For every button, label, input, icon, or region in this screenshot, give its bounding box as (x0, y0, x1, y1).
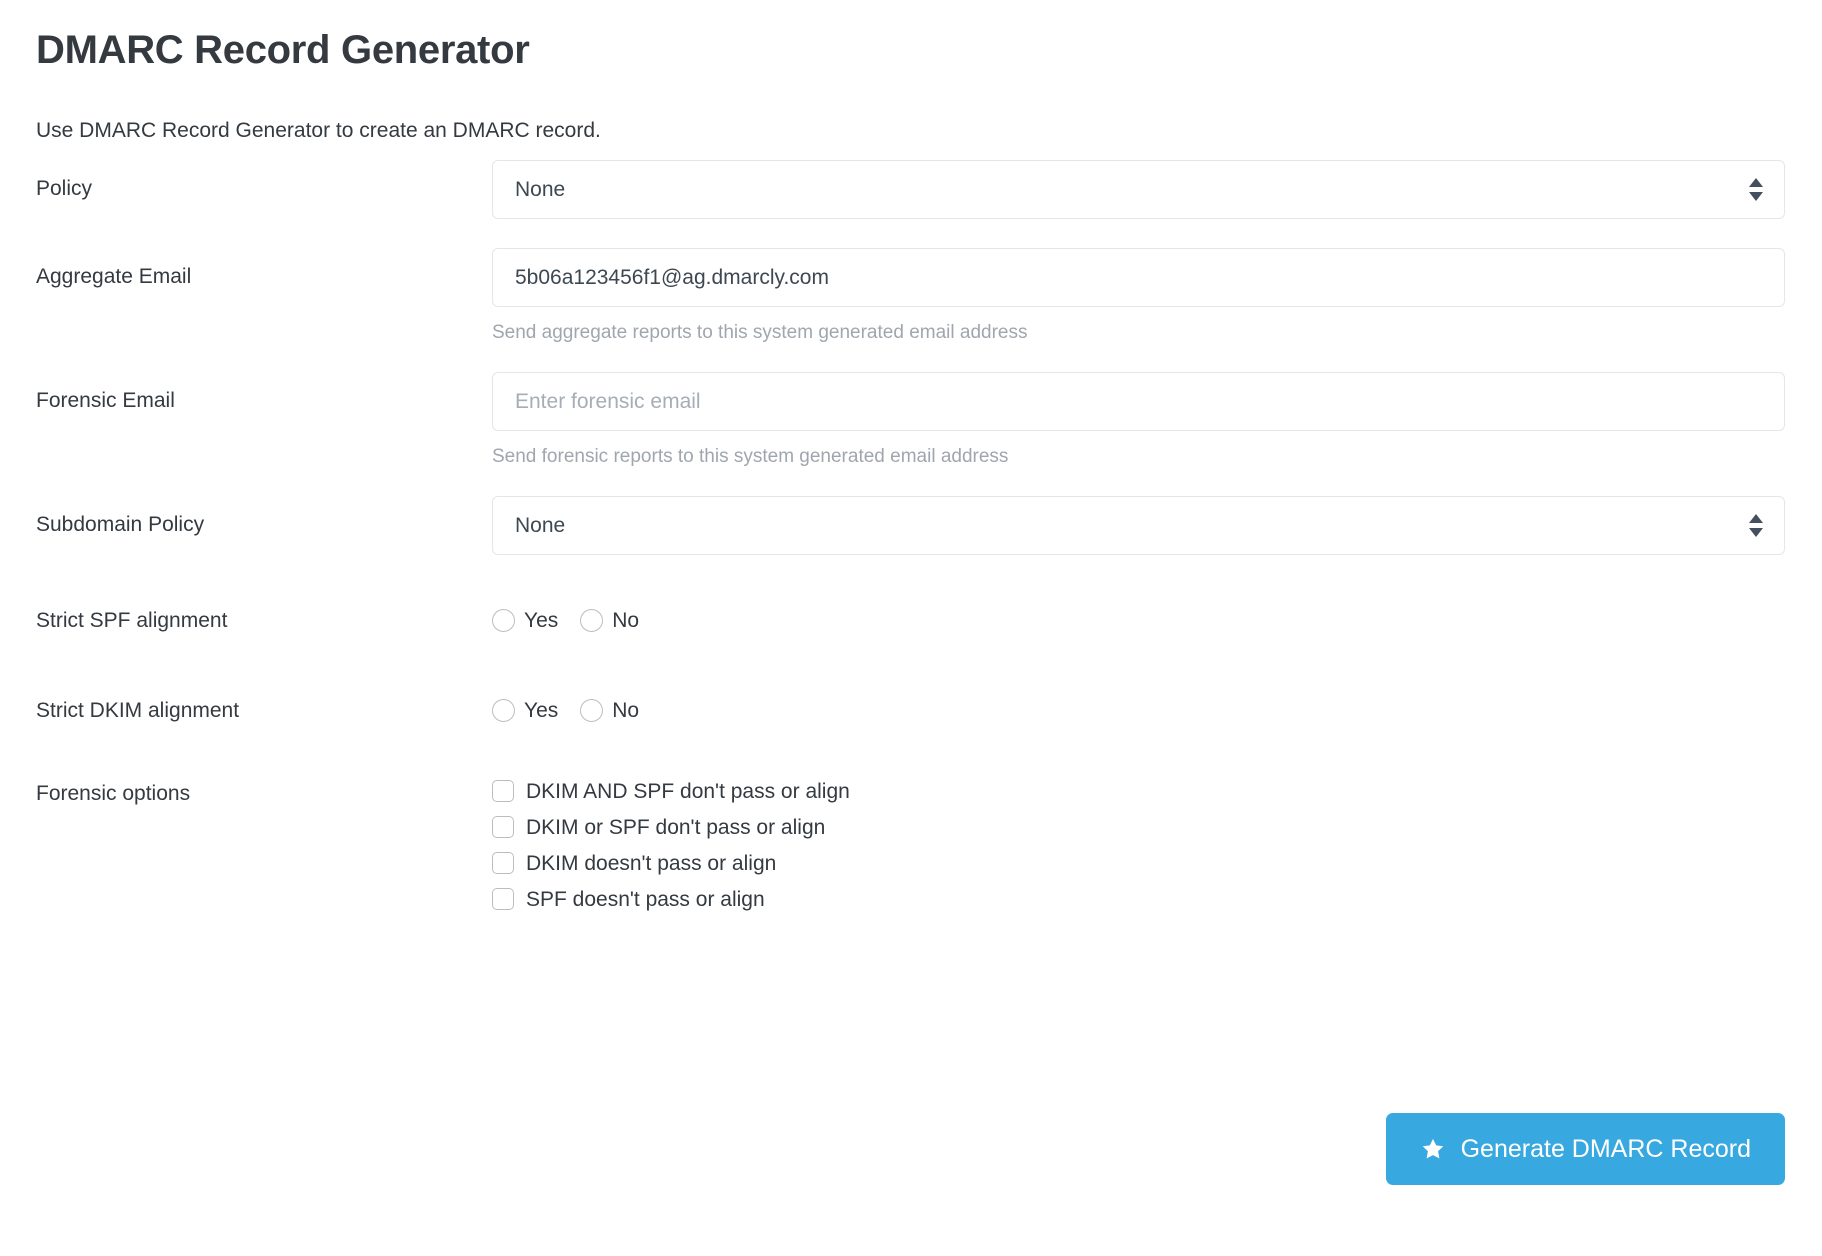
aggregate-email-help: Send aggregate reports to this system ge… (492, 321, 1785, 345)
forensic-option-label: DKIM AND SPF don't pass or align (526, 781, 850, 802)
checkbox-square-icon (492, 888, 514, 910)
strict-spf-radio-yes[interactable]: Yes (492, 609, 558, 632)
strict-spf-radio-group: Yes No (492, 600, 1785, 640)
forensic-options-checkbox-group: DKIM AND SPF don't pass or align DKIM or… (492, 780, 1785, 910)
form-row-forensic-options: Forensic options DKIM AND SPF don't pass… (0, 780, 1822, 910)
forensic-option-label: DKIM or SPF don't pass or align (526, 817, 825, 838)
generate-dmarc-record-label: Generate DMARC Record (1461, 1135, 1751, 1164)
strict-dkim-radio-group: Yes No (492, 690, 1785, 730)
forensic-email-field: Send forensic reports to this system gen… (492, 372, 1822, 469)
checkbox-square-icon (492, 816, 514, 838)
form-row-subdomain-policy: Subdomain Policy None (0, 496, 1822, 555)
strict-dkim-radio-yes[interactable]: Yes (492, 699, 558, 722)
forensic-email-label: Forensic Email (0, 372, 492, 411)
strict-dkim-label: Strict DKIM alignment (0, 690, 492, 721)
forensic-email-input[interactable] (492, 372, 1785, 431)
strict-spf-radio-no-label: No (612, 610, 639, 631)
forensic-option-dkim-or-spf[interactable]: DKIM or SPF don't pass or align (492, 816, 1785, 838)
subdomain-policy-select-wrap: None (492, 496, 1785, 555)
strict-dkim-radio-no-label: No (612, 700, 639, 721)
radio-circle-icon (580, 609, 603, 632)
form-row-policy: Policy None (0, 160, 1822, 219)
forensic-option-dkim[interactable]: DKIM doesn't pass or align (492, 852, 1785, 874)
generate-dmarc-record-button[interactable]: Generate DMARC Record (1386, 1113, 1785, 1185)
strict-spf-radio-no[interactable]: No (580, 609, 639, 632)
subdomain-policy-select[interactable]: None (492, 496, 1785, 555)
dmarc-record-generator-page: DMARC Record Generator Use DMARC Record … (0, 0, 1822, 1256)
radio-circle-icon (580, 699, 603, 722)
form-row-forensic-email: Forensic Email Send forensic reports to … (0, 372, 1822, 469)
star-icon (1420, 1136, 1446, 1162)
policy-select[interactable]: None (492, 160, 1785, 219)
radio-circle-icon (492, 699, 515, 722)
strict-dkim-field: Yes No (492, 690, 1822, 730)
checkbox-square-icon (492, 780, 514, 802)
strict-dkim-radio-yes-label: Yes (524, 700, 558, 721)
form-row-strict-dkim: Strict DKIM alignment Yes No (0, 690, 1822, 730)
policy-select-wrap: None (492, 160, 1785, 219)
forensic-options-label: Forensic options (0, 780, 492, 804)
page-title: DMARC Record Generator (36, 26, 529, 74)
policy-label: Policy (0, 160, 492, 199)
subdomain-policy-label: Subdomain Policy (0, 496, 492, 535)
forensic-option-label: SPF doesn't pass or align (526, 889, 765, 910)
form-row-strict-spf: Strict SPF alignment Yes No (0, 600, 1822, 640)
form-row-aggregate-email: Aggregate Email Send aggregate reports t… (0, 248, 1822, 345)
strict-spf-radio-yes-label: Yes (524, 610, 558, 631)
forensic-options-field: DKIM AND SPF don't pass or align DKIM or… (492, 780, 1822, 910)
strict-spf-label: Strict SPF alignment (0, 600, 492, 631)
forensic-option-label: DKIM doesn't pass or align (526, 853, 776, 874)
strict-spf-field: Yes No (492, 600, 1822, 640)
aggregate-email-input[interactable] (492, 248, 1785, 307)
forensic-email-help: Send forensic reports to this system gen… (492, 445, 1785, 469)
subdomain-policy-field: None (492, 496, 1822, 555)
policy-field: None (492, 160, 1822, 219)
page-subtitle: Use DMARC Record Generator to create an … (36, 117, 601, 144)
forensic-option-spf[interactable]: SPF doesn't pass or align (492, 888, 1785, 910)
forensic-option-dkim-and-spf[interactable]: DKIM AND SPF don't pass or align (492, 780, 1785, 802)
checkbox-square-icon (492, 852, 514, 874)
submit-area: Generate DMARC Record (0, 1113, 1822, 1185)
aggregate-email-field: Send aggregate reports to this system ge… (492, 248, 1822, 345)
strict-dkim-radio-no[interactable]: No (580, 699, 639, 722)
radio-circle-icon (492, 609, 515, 632)
aggregate-email-label: Aggregate Email (0, 248, 492, 287)
